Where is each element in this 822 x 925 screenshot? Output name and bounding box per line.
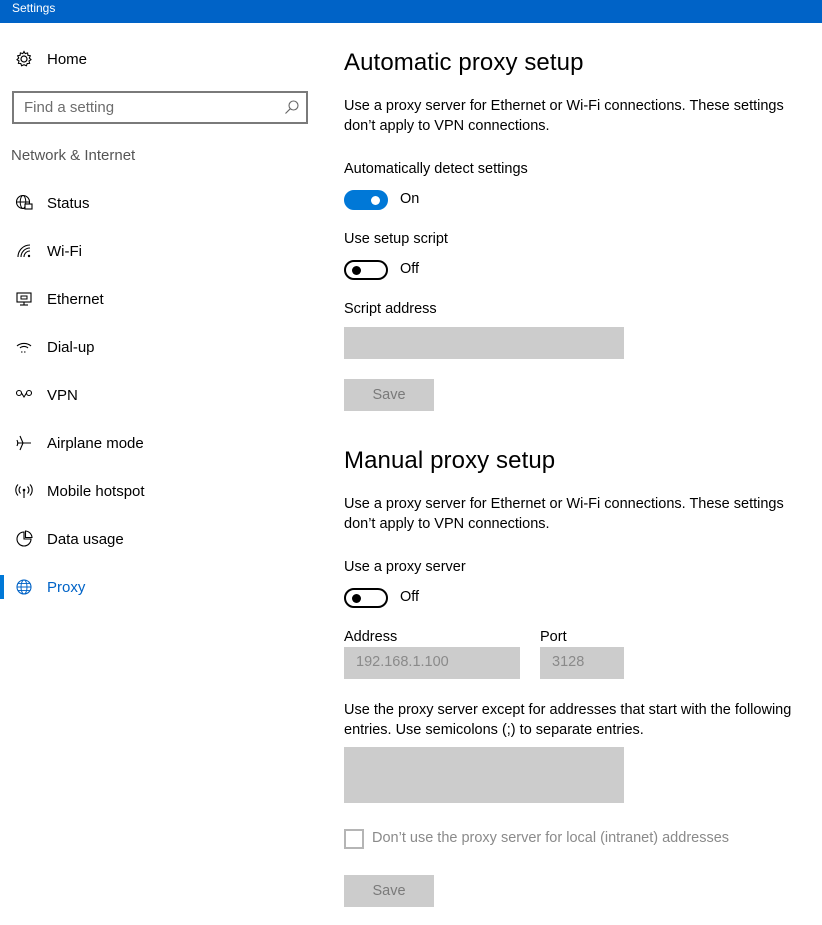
sidebar-item-ethernet[interactable]: Ethernet: [0, 279, 320, 319]
sidebar-item-airplane-mode[interactable]: Airplane mode: [0, 423, 320, 463]
address-value: 192.168.1.100: [356, 654, 449, 670]
sidebar-item-mobile-hotspot[interactable]: Mobile hotspot: [0, 471, 320, 511]
window-title: Settings: [12, 1, 56, 15]
toggle-knob: [352, 594, 361, 603]
address-field[interactable]: 192.168.1.100: [344, 647, 520, 679]
use-proxy-label: Use a proxy server: [344, 559, 466, 575]
sidebar-item-status[interactable]: Status: [0, 183, 320, 223]
address-label: Address: [344, 629, 398, 645]
sidebar-item-label: Wi-Fi: [47, 242, 82, 260]
sidebar-item-dialup[interactable]: Dial-up: [0, 327, 320, 367]
detect-settings-toggle[interactable]: [344, 190, 388, 210]
local-bypass-checkbox[interactable]: [344, 829, 364, 849]
sidebar-item-label: Home: [47, 50, 88, 68]
detect-settings-label: Automatically detect settings: [344, 161, 528, 177]
detect-settings-state: On: [400, 191, 420, 207]
wifi-icon: [14, 241, 34, 261]
exceptions-field[interactable]: [344, 747, 624, 803]
sidebar-item-label: Dial-up: [47, 338, 95, 356]
use-proxy-state: Off: [400, 589, 420, 605]
globe-icon: [14, 577, 34, 597]
port-value: 3128: [552, 654, 585, 670]
search-input[interactable]: Find a setting: [12, 91, 308, 124]
port-field[interactable]: 3128: [540, 647, 624, 679]
hotspot-icon: [14, 481, 34, 501]
sidebar-item-proxy[interactable]: Proxy: [0, 567, 320, 607]
auto-proxy-heading: Automatic proxy setup: [344, 49, 584, 76]
sidebar-item-label: VPN: [47, 386, 78, 404]
sidebar-item-label: Status: [47, 194, 90, 212]
active-indicator: [0, 575, 4, 599]
manual-proxy-description: Use a proxy server for Ethernet or Wi-Fi…: [344, 496, 784, 532]
setup-script-state: Off: [400, 261, 420, 277]
use-proxy-toggle[interactable]: [344, 588, 388, 608]
title-bar: Settings: [0, 0, 822, 23]
setup-script-toggle[interactable]: [344, 260, 388, 280]
script-address-field[interactable]: [344, 327, 624, 359]
local-bypass-label: Don’t use the proxy server for local (in…: [372, 830, 730, 846]
dialup-icon: [14, 337, 34, 357]
sidebar-item-label: Data usage: [47, 530, 124, 548]
sidebar-item-data-usage[interactable]: Data usage: [0, 519, 320, 559]
sidebar-item-label: Airplane mode: [47, 434, 144, 452]
sidebar-item-wifi[interactable]: Wi-Fi: [0, 231, 320, 271]
search-icon[interactable]: [284, 99, 300, 115]
sidebar: Home Find a setting Network & Internet S…: [0, 23, 320, 925]
port-label: Port: [540, 629, 567, 645]
airplane-icon: [14, 433, 34, 453]
sidebar-item-vpn[interactable]: VPN: [0, 375, 320, 415]
auto-save-button[interactable]: Save: [344, 379, 434, 411]
exceptions-label: Use the proxy server except for addresse…: [344, 702, 792, 738]
toggle-knob: [371, 196, 380, 205]
manual-proxy-heading: Manual proxy setup: [344, 447, 556, 474]
vpn-icon: [14, 385, 34, 405]
auto-proxy-description: Use a proxy server for Ethernet or Wi-Fi…: [344, 98, 784, 134]
search-placeholder: Find a setting: [24, 99, 115, 116]
setup-script-label: Use setup script: [344, 231, 448, 247]
sidebar-item-label: Ethernet: [47, 290, 104, 308]
manual-save-button[interactable]: Save: [344, 875, 434, 907]
sidebar-item-label: Mobile hotspot: [47, 482, 145, 500]
section-heading: Network & Internet: [11, 147, 136, 164]
sidebar-item-label: Proxy: [47, 578, 86, 596]
toggle-knob: [352, 266, 361, 275]
main-content: Automatic proxy setup Use a proxy server…: [344, 23, 814, 925]
pie-chart-icon: [14, 529, 34, 549]
ethernet-icon: [14, 289, 34, 309]
gear-icon: [14, 49, 34, 69]
sidebar-item-home[interactable]: Home: [0, 39, 320, 79]
script-address-label: Script address: [344, 301, 437, 317]
globe-monitor-icon: [14, 193, 34, 213]
